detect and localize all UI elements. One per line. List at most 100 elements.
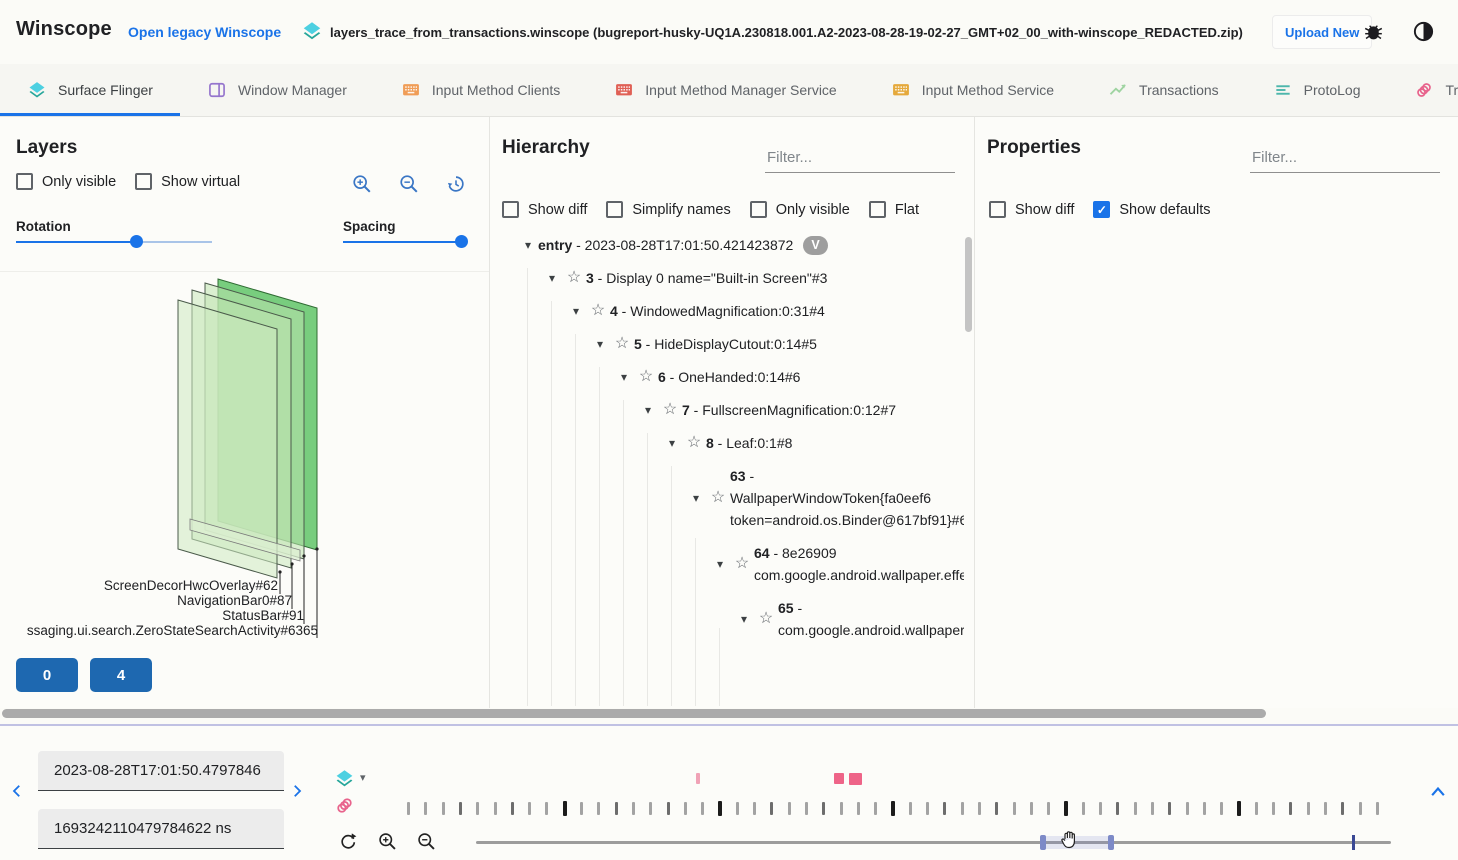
chevron-down-icon[interactable]: ▾: [710, 553, 730, 575]
checkbox-box[interactable]: [750, 201, 767, 218]
transition-marker[interactable]: [834, 773, 844, 784]
checkbox-simplify-names[interactable]: Simplify names: [606, 201, 730, 218]
checkbox-box[interactable]: [989, 201, 1006, 218]
chevron-down-icon[interactable]: ▾: [542, 267, 562, 289]
star-icon[interactable]: ☆: [658, 399, 682, 421]
tree-guide-line: [719, 628, 720, 706]
spacing-slider[interactable]: [343, 235, 465, 249]
properties-filter-input[interactable]: [1250, 145, 1440, 173]
timeline-zoom-out-icon[interactable]: [416, 831, 437, 857]
tab-protolog[interactable]: ProtoLog: [1246, 64, 1388, 116]
trace-selector-caret-icon[interactable]: ▾: [360, 771, 366, 784]
tab-surface-flinger[interactable]: Surface Flinger: [0, 64, 180, 116]
chevron-down-icon[interactable]: ▾: [638, 399, 658, 421]
display-id-button[interactable]: 4: [90, 658, 152, 692]
horizontal-scrollbar-thumb[interactable]: [2, 709, 1266, 718]
ruler-tick: [961, 802, 964, 815]
tree-node-entry[interactable]: ▾entry - 2023-08-28T17:01:50.421423872V: [490, 229, 964, 262]
dark-mode-toggle-icon[interactable]: [1412, 20, 1435, 48]
bug-report-icon[interactable]: [1363, 21, 1384, 47]
display-id-button[interactable]: 0: [16, 658, 78, 692]
selection-right-handle[interactable]: [1108, 835, 1114, 850]
checkbox-box[interactable]: [135, 173, 152, 190]
checkbox-box[interactable]: [606, 201, 623, 218]
refresh-icon[interactable]: [338, 831, 358, 856]
tab-input-method-clients[interactable]: Input Method Clients: [374, 64, 587, 116]
checkbox-show-diff[interactable]: Show diff: [502, 201, 587, 218]
open-legacy-winscope-link[interactable]: Open legacy Winscope: [128, 24, 281, 40]
checkbox-box[interactable]: [502, 201, 519, 218]
star-icon[interactable]: ☆: [562, 267, 586, 289]
transitions-trace-icon[interactable]: [334, 795, 355, 821]
chevron-down-icon[interactable]: ▾: [590, 333, 610, 355]
timeline-zoom-in-icon[interactable]: [377, 831, 398, 857]
chevron-down-icon[interactable]: ▾: [614, 366, 634, 388]
star-icon[interactable]: ☆: [754, 608, 778, 630]
ruler-tick: [632, 802, 635, 815]
tab-label: Tra: [1445, 82, 1458, 98]
checkbox-box[interactable]: [16, 173, 33, 190]
next-entry-chevron-icon[interactable]: [288, 782, 306, 805]
ruler-tick: [718, 801, 722, 816]
tree-node-63[interactable]: ▾☆63 - WallpaperWindowToken{fa0eef6 toke…: [490, 460, 964, 537]
checkbox-show-defaults[interactable]: ✓Show defaults: [1093, 201, 1210, 218]
horizontal-scrollbar[interactable]: [0, 708, 1458, 720]
upload-new-button[interactable]: Upload New: [1272, 15, 1372, 49]
ruler-tick: [788, 802, 791, 815]
tree-guide-line: [527, 268, 528, 706]
transition-marker[interactable]: [696, 773, 700, 784]
surface-flinger-trace-icon[interactable]: [334, 768, 355, 794]
star-icon[interactable]: ☆: [706, 487, 730, 509]
ruler-tick: [736, 802, 739, 815]
timeline-range-slider[interactable]: [476, 841, 1391, 844]
checkbox-only-visible[interactable]: Only visible: [16, 173, 116, 190]
human-timestamp-input[interactable]: [38, 751, 284, 791]
ruler-tick: [667, 802, 670, 815]
tab-input-method-manager-service[interactable]: Input Method Manager Service: [587, 64, 863, 116]
tree-node-6[interactable]: ▾☆6 - OneHanded:0:14#6: [490, 361, 964, 394]
tree-node-8[interactable]: ▾☆8 - Leaf:0:1#8: [490, 427, 964, 460]
chevron-down-icon[interactable]: ▾: [518, 234, 538, 256]
visibility-chip: V: [803, 236, 827, 255]
tree-node-64[interactable]: ▾☆64 - 8e26909 com.google.android.wallpa…: [490, 537, 964, 592]
nanosecond-timestamp-input[interactable]: [38, 809, 284, 849]
layers-view-controls: [351, 173, 467, 200]
selection-left-handle[interactable]: [1040, 835, 1046, 850]
reset-view-icon[interactable]: [445, 173, 467, 200]
tree-node-4[interactable]: ▾☆4 - WindowedMagnification:0:31#4: [490, 295, 964, 328]
rotation-slider[interactable]: [16, 235, 212, 249]
collapse-timeline-chevron-icon[interactable]: [1428, 783, 1448, 804]
layers-panel: Layers Only visibleShow virtual Rotation…: [0, 117, 490, 708]
tab-window-manager[interactable]: Window Manager: [180, 64, 374, 116]
checkbox-box[interactable]: ✓: [1093, 201, 1110, 218]
checkbox-box[interactable]: [869, 201, 886, 218]
chevron-down-icon[interactable]: ▾: [734, 608, 754, 630]
transition-marker[interactable]: [849, 773, 862, 785]
checkbox-show-diff[interactable]: Show diff: [989, 201, 1074, 218]
zoom-in-icon[interactable]: [351, 173, 373, 200]
chevron-down-icon[interactable]: ▾: [566, 300, 586, 322]
zoom-out-icon[interactable]: [398, 173, 420, 200]
ruler-tick: [1376, 802, 1379, 815]
star-icon[interactable]: ☆: [682, 432, 706, 454]
star-icon[interactable]: ☆: [634, 366, 658, 388]
checkbox-only-visible[interactable]: Only visible: [750, 201, 850, 218]
chevron-down-icon[interactable]: ▾: [686, 487, 706, 509]
tab-input-method-service[interactable]: Input Method Service: [864, 64, 1081, 116]
star-icon[interactable]: ☆: [610, 333, 634, 355]
tab-tra[interactable]: Tra: [1387, 64, 1458, 116]
chevron-down-icon[interactable]: ▾: [662, 432, 682, 454]
checkbox-show-virtual[interactable]: Show virtual: [135, 173, 240, 190]
hierarchy-scrollbar[interactable]: [965, 237, 972, 332]
tab-transactions[interactable]: Transactions: [1081, 64, 1246, 116]
previous-entry-chevron-icon[interactable]: [8, 782, 26, 805]
star-icon[interactable]: ☆: [730, 553, 754, 575]
tree-node-65[interactable]: ▾☆65 - com.google.android.wallpaper.effe…: [490, 592, 964, 647]
tree-node-7[interactable]: ▾☆7 - FullscreenMagnification:0:12#7: [490, 394, 964, 427]
hierarchy-filter-input[interactable]: [765, 145, 955, 173]
tree-node-5[interactable]: ▾☆5 - HideDisplayCutout:0:14#5: [490, 328, 964, 361]
tree-node-3[interactable]: ▾☆3 - Display 0 name="Built-in Screen"#3: [490, 262, 964, 295]
checkbox-flat[interactable]: Flat: [869, 201, 919, 218]
star-icon[interactable]: ☆: [586, 300, 610, 322]
ruler-tick: [857, 802, 860, 815]
